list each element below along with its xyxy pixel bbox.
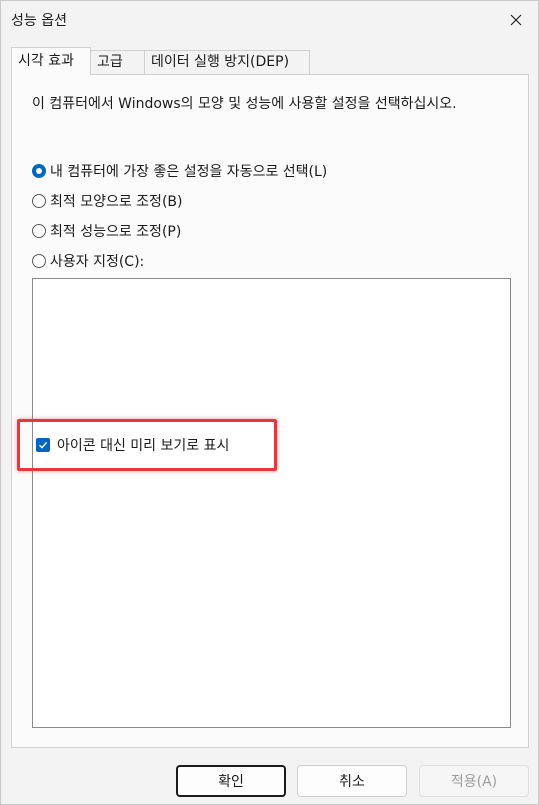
radio-button[interactable] <box>32 164 46 178</box>
radio-label: 최적 모양으로 조정(B) <box>50 194 183 210</box>
tab-data-execution-prevention[interactable]: 데이터 실행 방지(DEP) <box>144 50 310 74</box>
effects-list[interactable] <box>32 278 511 728</box>
checkbox[interactable] <box>36 438 50 452</box>
window-title: 성능 옵션 <box>11 13 67 29</box>
tab-advanced[interactable]: 고급 <box>90 50 145 74</box>
tab-label: 고급 <box>97 54 123 70</box>
apply-button[interactable]: 적용(A) <box>419 765 529 797</box>
radio-best-appearance[interactable]: 최적 모양으로 조정(B) <box>32 191 182 211</box>
tab-visual-effects[interactable]: 시각 효과 <box>11 47 91 75</box>
checkbox-label: 아이콘 대신 미리 보기로 표시 <box>57 438 230 454</box>
checkmark-icon <box>39 441 48 449</box>
radio-label: 내 컴퓨터에 가장 좋은 설정을 자동으로 선택(L) <box>50 164 328 180</box>
performance-options-window: 성능 옵션 시각 효과 고급 데이터 실행 방지(DEP) 이 컴퓨터에서 Wi… <box>0 0 539 805</box>
tab-label: 시각 효과 <box>18 53 74 69</box>
close-icon <box>510 14 522 26</box>
radio-label: 사용자 지정(C): <box>50 254 145 270</box>
radio-custom[interactable]: 사용자 지정(C): <box>32 251 144 271</box>
tab-label: 데이터 실행 방지(DEP) <box>151 54 290 70</box>
radio-button[interactable] <box>32 194 46 208</box>
visual-effects-panel: 이 컴퓨터에서 Windows의 모양 및 성능에 사용할 설정을 선택하십시오… <box>11 74 529 748</box>
ok-button[interactable]: 확인 <box>176 765 286 797</box>
description-text: 이 컴퓨터에서 Windows의 모양 및 성능에 사용할 설정을 선택하십시오… <box>32 96 457 112</box>
close-button[interactable] <box>494 1 538 39</box>
radio-auto-best-settings[interactable]: 내 컴퓨터에 가장 좋은 설정을 자동으로 선택(L) <box>32 161 327 181</box>
radio-best-performance[interactable]: 최적 성능으로 조정(P) <box>32 221 181 241</box>
radio-button[interactable] <box>32 254 46 268</box>
list-item-show-thumbnails[interactable]: 아이콘 대신 미리 보기로 표시 <box>36 435 229 455</box>
radio-button[interactable] <box>32 224 46 238</box>
cancel-button[interactable]: 취소 <box>297 765 407 797</box>
radio-label: 최적 성능으로 조정(P) <box>50 224 182 240</box>
title-bar: 성능 옵션 <box>1 1 538 39</box>
